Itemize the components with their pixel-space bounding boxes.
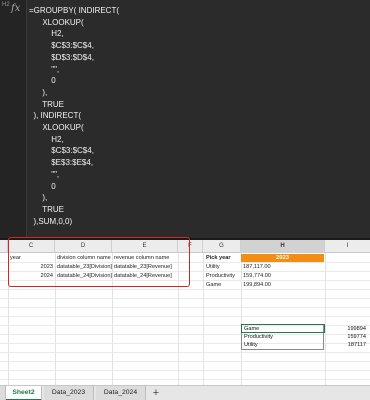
formula-bar[interactable]: H2 fx =GROUPBY( INDIRECT( XLOOKUP( H2, $… — [0, 0, 370, 238]
formula-line: 0 — [29, 76, 56, 86]
output-value: 187117 — [347, 342, 366, 348]
formula-line: H2, — [29, 29, 64, 39]
output-row[interactable]: Utility 187117 — [242, 341, 366, 349]
formula-line: $E$3:$E$4, — [29, 158, 94, 168]
formula-line: XLOOKUP( — [29, 17, 84, 27]
formula-line: ), — [29, 193, 48, 203]
sheet-tab-bar: Sheet2 Data_2023 Data_2024 + — [0, 385, 370, 400]
formula-text[interactable]: =GROUPBY( INDIRECT( XLOOKUP( H2, $C$3:$C… — [29, 5, 119, 227]
formula-line: $C$3:$C$4, — [29, 41, 94, 51]
output-value: 159774 — [347, 334, 366, 340]
cell-h-division-value[interactable]: 187,117.00 — [243, 263, 271, 271]
gridline — [241, 253, 242, 385]
gridline — [0, 361, 370, 362]
formula-line: XLOOKUP( — [29, 123, 84, 133]
formula-line: TRUE — [29, 99, 64, 109]
column-header-g[interactable]: G — [203, 240, 241, 253]
output-name: Utility — [244, 342, 258, 348]
output-row[interactable]: Productivity 159774 — [242, 333, 366, 341]
output-value: 199894 — [347, 326, 366, 332]
tab-data-2023[interactable]: Data_2023 — [44, 386, 94, 400]
gridline — [0, 316, 370, 317]
formula-line: 0 — [29, 181, 56, 191]
cell-h-division-value[interactable]: 159,774.00 — [243, 272, 271, 280]
column-header-i[interactable]: I — [325, 240, 370, 253]
gridline — [0, 307, 370, 308]
formula-line: ), INDIRECT( — [29, 111, 81, 121]
name-box[interactable]: H2 — [2, 2, 10, 8]
gridline — [0, 379, 370, 380]
cell-g-division-name[interactable]: Game — [206, 281, 221, 289]
cell-h-selected-year[interactable]: 2023 — [241, 254, 324, 262]
formula-line: ), — [29, 87, 48, 97]
cell-h-division-value[interactable]: 199,894.00 — [243, 281, 271, 289]
formula-line: $C$3:$C$4, — [29, 146, 94, 156]
cell-g-pick-year-label[interactable]: Pick year — [206, 254, 231, 262]
highlight-callout-box — [8, 237, 190, 287]
gridline — [0, 370, 370, 371]
gridline — [203, 253, 204, 385]
formula-line: "", — [29, 169, 60, 179]
gridline — [0, 289, 370, 290]
formula-line: ),SUM,0,0) — [29, 216, 73, 226]
formula-line: H2, — [29, 134, 64, 144]
formula-line: "", — [29, 64, 60, 74]
add-sheet-button[interactable]: + — [149, 386, 163, 400]
output-name: Productivity — [244, 334, 273, 340]
fx-icon[interactable]: fx — [11, 3, 20, 14]
gridline — [0, 352, 370, 353]
formula-line: TRUE — [29, 204, 64, 214]
tab-sheet2[interactable]: Sheet2 — [6, 386, 42, 400]
tab-data-2024[interactable]: Data_2024 — [96, 386, 146, 400]
gridline — [0, 298, 370, 299]
gridline — [325, 253, 326, 385]
cell-g-division-name[interactable]: Utility — [206, 263, 220, 271]
formula-line: =GROUPBY( INDIRECT( — [29, 6, 120, 15]
cell-g-division-name[interactable]: Productivity — [206, 272, 235, 280]
row-header-corner[interactable] — [0, 240, 8, 253]
formula-gutter: H2 fx — [0, 0, 27, 238]
formula-line: $D$3:$D$4, — [29, 52, 94, 62]
active-cell-selection[interactable] — [241, 324, 325, 333]
column-header-h[interactable]: H — [241, 240, 325, 253]
